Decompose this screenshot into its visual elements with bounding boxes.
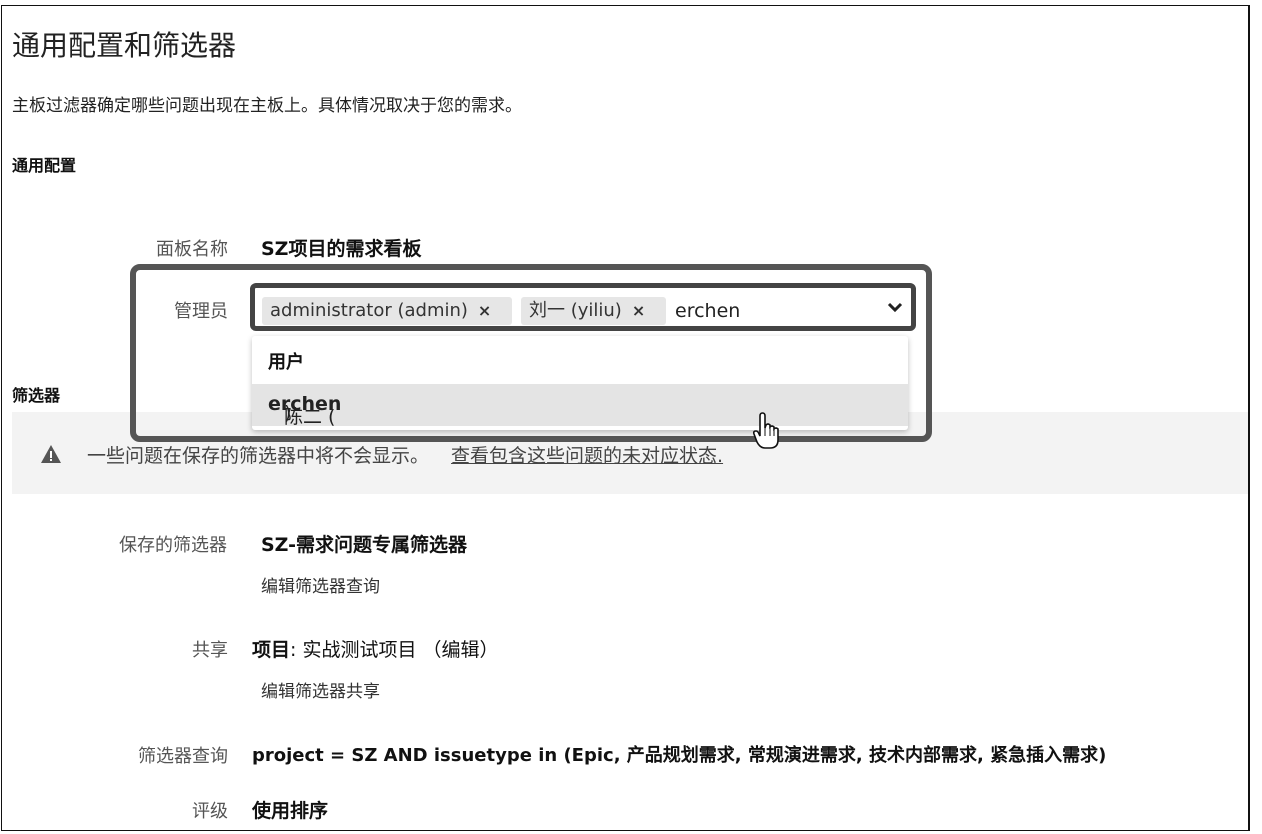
edit-filter-share-link[interactable]: 编辑筛选器共享 — [261, 677, 380, 702]
admin-chip-label: administrator (admin) — [270, 300, 468, 321]
admin-chip: 刘一 (yiliu) × — [521, 297, 666, 325]
admin-suggestion-dropdown: 用户 陈二 (erchen) — [252, 336, 908, 430]
dropdown-group-users: 用户 — [268, 352, 304, 373]
share-value-rest: : 实战测试项目 （编辑） — [290, 639, 499, 661]
page-description: 主板过滤器确定哪些问题出现在主板上。具体情况取决于您的需求。 — [12, 96, 522, 116]
hand-cursor-icon — [752, 412, 779, 449]
general-config-heading: 通用配置 — [12, 156, 77, 175]
rank-value: 使用排序 — [252, 800, 329, 822]
page-frame: 通用配置和筛选器 主板过滤器确定哪些问题出现在主板上。具体情况取决于您的需求。 … — [1, 5, 1250, 831]
warning-message: 一些问题在保存的筛选器中将不会显示。 查看包含这些问题的未对应状态. — [87, 441, 723, 468]
filter-query-label: 筛选器查询 — [138, 746, 228, 767]
board-name-value: SZ项目的需求看板 — [261, 238, 422, 260]
rank-label: 评级 — [192, 801, 228, 822]
remove-icon[interactable]: × — [632, 301, 645, 320]
warning-text: 一些问题在保存的筛选器中将不会显示。 — [87, 445, 430, 467]
page-title: 通用配置和筛选器 — [12, 29, 237, 62]
filter-query-value: project = SZ AND issuetype in (Epic, 产品规… — [252, 745, 1107, 766]
chevron-down-icon[interactable] — [885, 296, 905, 318]
admin-multiselect[interactable]: administrator (admin) × 刘一 (yiliu) × erche… — [250, 283, 916, 331]
admin-chip: administrator (admin) × — [262, 297, 512, 325]
option-prefix: 陈二 ( — [284, 406, 336, 428]
saved-filter-label: 保存的筛选器 — [119, 535, 227, 556]
edit-filter-query-link[interactable]: 编辑筛选器查询 — [261, 572, 380, 597]
remove-icon[interactable]: × — [478, 301, 491, 320]
board-name-label: 面板名称 — [156, 239, 228, 260]
filter-heading: 筛选器 — [12, 386, 61, 405]
saved-filter-value: SZ-需求问题专属筛选器 — [261, 534, 468, 556]
option-suffix: ) — [284, 402, 292, 424]
share-value-bold: 项目 — [252, 639, 291, 661]
admin-label: 管理员 — [174, 301, 228, 322]
admin-search-input[interactable]: erchen — [675, 297, 740, 325]
unmapped-status-link[interactable]: 查看包含这些问题的未对应状态. — [451, 445, 723, 467]
warning-icon — [41, 445, 61, 463]
dropdown-option-erchen[interactable]: 陈二 (erchen) — [252, 384, 908, 428]
admin-chip-label: 刘一 (yiliu) — [529, 300, 622, 321]
share-label: 共享 — [192, 640, 228, 661]
option-label: 陈二 (erchen) — [268, 393, 341, 428]
share-value: 项目: 实战测试项目 （编辑） — [252, 635, 499, 662]
